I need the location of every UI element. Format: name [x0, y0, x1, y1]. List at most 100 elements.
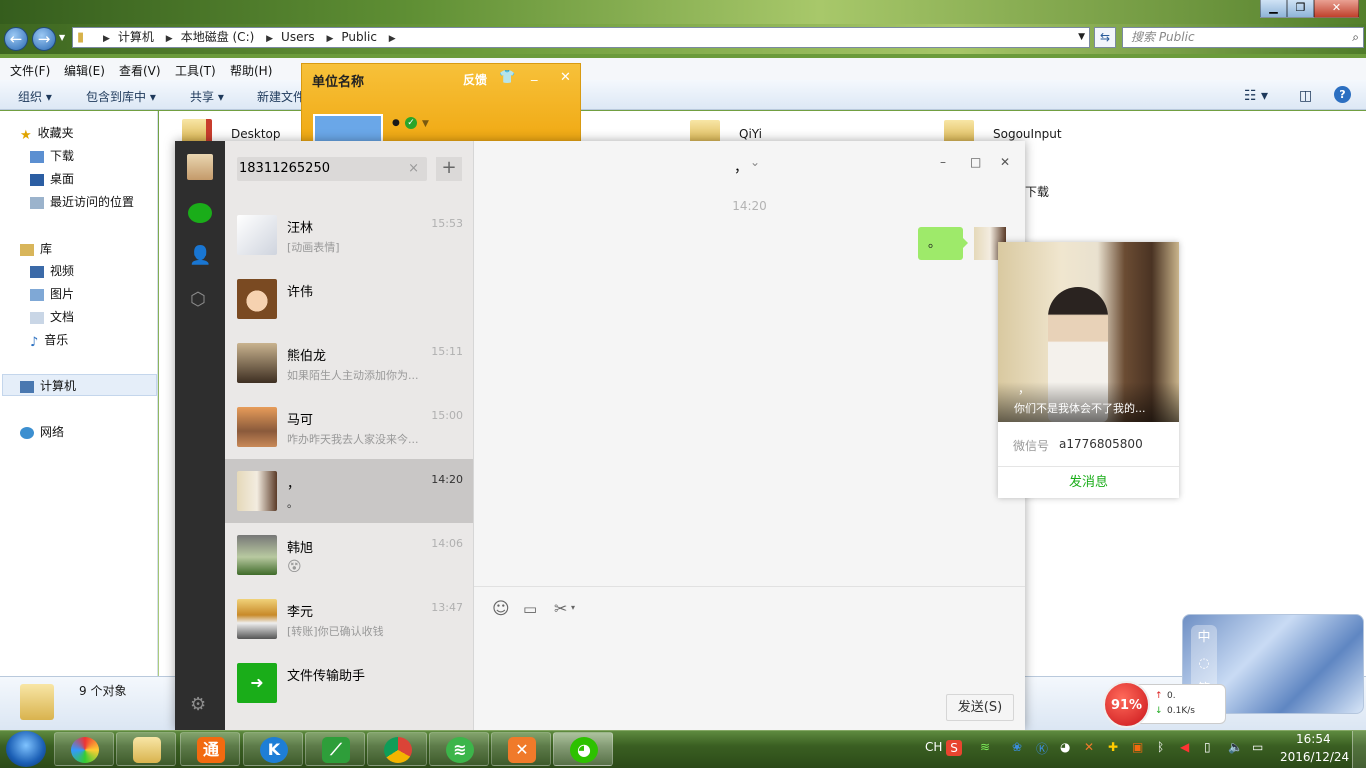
- back-button[interactable]: ←: [4, 27, 28, 51]
- avatar[interactable]: [313, 114, 383, 144]
- usb-icon[interactable]: ▯: [1204, 740, 1211, 754]
- menu-help[interactable]: 帮助(H): [230, 62, 272, 79]
- clock-time[interactable]: 16:54: [1296, 732, 1331, 746]
- volume-icon[interactable]: 🔈: [1228, 740, 1243, 754]
- share-button[interactable]: 共享 ▾: [190, 88, 224, 105]
- folder-label[interactable]: SogouInput: [993, 127, 1062, 141]
- menu-tools[interactable]: 工具(T): [175, 62, 216, 79]
- tray-orange-icon[interactable]: ▣: [1132, 740, 1143, 754]
- memory-usage-ball[interactable]: 91%: [1103, 681, 1150, 728]
- sogou-ime-icon[interactable]: S: [946, 740, 962, 756]
- folder-desktop[interactable]: [182, 119, 212, 143]
- chat-item-5[interactable]: 韩旭 14:06 😵: [225, 523, 473, 587]
- bluetooth-icon[interactable]: ᛒ: [1157, 740, 1164, 754]
- menu-view[interactable]: 查看(V): [119, 62, 161, 79]
- start-group-chat-button[interactable]: +: [436, 157, 462, 181]
- send-message-button[interactable]: 发消息: [998, 467, 1179, 498]
- preview-pane-icon[interactable]: ◫: [1299, 88, 1312, 104]
- start-button[interactable]: [6, 731, 46, 767]
- window-close-icon[interactable]: ✕: [1000, 155, 1010, 169]
- wifi-tray-icon[interactable]: ≋: [980, 740, 990, 754]
- nav-network[interactable]: 网络: [20, 423, 64, 440]
- nav-desktop[interactable]: 桌面: [30, 170, 74, 187]
- chat-item-3[interactable]: 马可 15:00 咋办昨天我去人家没来今...: [225, 395, 473, 459]
- taskbar-explorer[interactable]: [116, 732, 176, 766]
- taskbar-wechat[interactable]: ◕: [553, 732, 613, 766]
- nav-downloads[interactable]: 下载: [30, 147, 74, 164]
- chat-item-6[interactable]: 李元 13:47 [转账]你已确认收钱: [225, 587, 473, 651]
- close-button[interactable]: ✕: [1314, 0, 1359, 18]
- nav-videos[interactable]: 视频: [30, 262, 74, 279]
- chat-item-0[interactable]: 汪林 15:53 [动画表情]: [225, 203, 473, 267]
- include-in-library-button[interactable]: 包含到库中 ▾: [86, 88, 156, 105]
- language-indicator[interactable]: CH: [925, 740, 942, 754]
- folder-label[interactable]: Desktop: [231, 127, 281, 141]
- screenshot-dropdown-icon[interactable]: ▾: [571, 603, 575, 612]
- new-folder-button[interactable]: 新建文件: [257, 88, 305, 105]
- menu-file[interactable]: 文件(F): [10, 62, 50, 79]
- shirt-icon[interactable]: 👕: [499, 70, 515, 85]
- search-icon[interactable]: ⌕: [1352, 28, 1359, 47]
- maximize-button[interactable]: ❐: [1287, 0, 1314, 18]
- paw-icon[interactable]: ❀: [1012, 740, 1022, 754]
- message-input-area[interactable]: ☺ ▭ ✂ ▾: [474, 586, 1025, 730]
- nav-music[interactable]: ♪ 音乐: [30, 331, 68, 350]
- search-input[interactable]: 搜索 Public ⌕: [1122, 27, 1364, 48]
- folder-file-icon[interactable]: ▭: [523, 600, 537, 618]
- network-tray-icon[interactable]: ▭: [1252, 740, 1263, 754]
- contacts-icon[interactable]: 👤: [189, 245, 211, 266]
- address-bar[interactable]: ▮ ▶ 计算机 ▶ 本地磁盘 (C:) ▶ Users ▶ Public ▶ ▼: [72, 27, 1090, 48]
- history-dropdown-icon[interactable]: ▼: [59, 33, 65, 42]
- nav-recent-places[interactable]: 最近访问的位置: [30, 193, 134, 210]
- emoji-icon[interactable]: ☺: [492, 599, 510, 619]
- taskbar-kugou[interactable]: K: [243, 732, 303, 766]
- taskbar-pinwheel-app[interactable]: [54, 732, 114, 766]
- taskbar-xampp[interactable]: ✕: [491, 732, 551, 766]
- taskbar-app-orange[interactable]: 通: [180, 732, 240, 766]
- taskbar-chrome[interactable]: [367, 732, 427, 766]
- chat-search-input[interactable]: 18311265250 ×: [237, 157, 427, 181]
- status-dropdown-icon[interactable]: ▼: [422, 119, 429, 129]
- refresh-button[interactable]: ⇆: [1094, 27, 1116, 48]
- wechat-tray-icon[interactable]: ◕: [1060, 740, 1070, 754]
- online-status-icon[interactable]: ✓: [405, 117, 417, 129]
- window-maximize-icon[interactable]: □: [970, 155, 981, 169]
- flag-icon[interactable]: ◀: [1180, 740, 1189, 754]
- breadcrumb-users[interactable]: Users: [281, 30, 315, 44]
- clear-search-icon[interactable]: ×: [408, 157, 419, 181]
- nav-computer[interactable]: 计算机: [20, 377, 76, 394]
- k-tray-icon[interactable]: Ⓚ: [1036, 740, 1048, 757]
- chat-item-2[interactable]: 熊伯龙 15:11 如果陌生人主动添加你为...: [225, 331, 473, 395]
- settings-gear-icon[interactable]: ⚙: [190, 694, 206, 715]
- menu-edit[interactable]: 编辑(E): [64, 62, 105, 79]
- nav-documents[interactable]: 文档: [30, 308, 74, 325]
- chat-item-1[interactable]: 许伟: [225, 267, 473, 331]
- folder-label[interactable]: 下载: [1025, 183, 1049, 200]
- minimize-icon[interactable]: _: [531, 67, 538, 82]
- chat-item-4[interactable]: ， 14:20 。: [225, 459, 473, 523]
- chevron-down-icon[interactable]: ⌄: [750, 155, 760, 169]
- taskbar-wifi-app[interactable]: ≋: [429, 732, 489, 766]
- view-options-icon[interactable]: ☷ ▾: [1244, 88, 1268, 104]
- breadcrumb-computer[interactable]: 计算机: [118, 30, 154, 44]
- folder-label[interactable]: QiYi: [739, 127, 762, 141]
- breadcrumb-drive[interactable]: 本地磁盘 (C:): [181, 30, 255, 44]
- minimize-button[interactable]: ▁: [1260, 0, 1287, 18]
- breadcrumb-public[interactable]: Public: [341, 30, 377, 44]
- chat-item-7[interactable]: ➜ 文件传输助手: [225, 651, 473, 715]
- nav-libraries[interactable]: 库: [20, 240, 52, 257]
- screenshot-scissors-icon[interactable]: ✂: [554, 599, 567, 618]
- tray-app-icon[interactable]: ✚: [1108, 740, 1118, 754]
- nav-pictures[interactable]: 图片: [30, 285, 74, 302]
- feedback-link[interactable]: 反馈: [463, 71, 487, 88]
- message-bubble[interactable]: 。: [918, 227, 963, 260]
- chat-icon[interactable]: [188, 203, 212, 223]
- xampp-tray-icon[interactable]: ✕: [1084, 740, 1094, 754]
- send-button[interactable]: 发送(S): [946, 694, 1014, 721]
- show-desktop-button[interactable]: [1352, 731, 1366, 768]
- favorites-box-icon[interactable]: ⬡: [190, 289, 206, 310]
- forward-button[interactable]: →: [32, 27, 56, 51]
- organize-button[interactable]: 组织 ▾: [18, 88, 52, 105]
- clock-date[interactable]: 2016/12/24: [1280, 750, 1349, 764]
- nav-favorites[interactable]: ★ 收藏夹: [20, 124, 74, 143]
